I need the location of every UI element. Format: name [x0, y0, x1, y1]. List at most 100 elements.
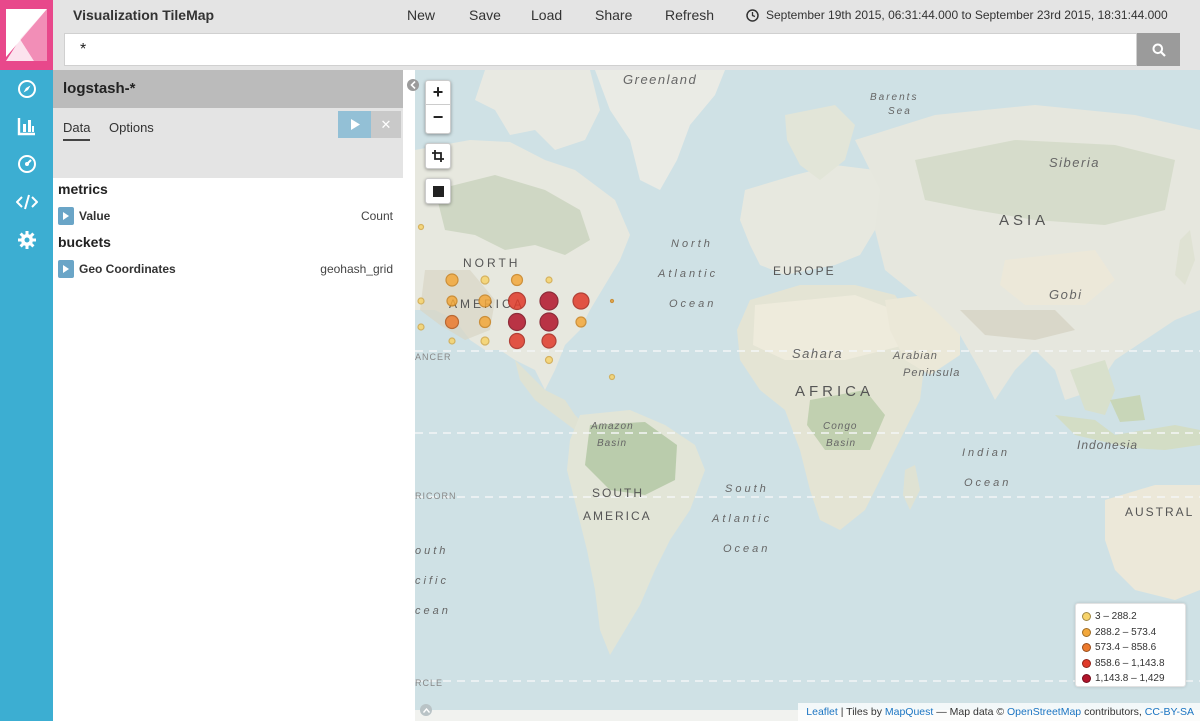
label-indian-ocean-2: Ocean — [964, 477, 1011, 489]
geohash-marker[interactable] — [609, 298, 615, 304]
legend-swatch — [1082, 612, 1091, 622]
geohash-marker[interactable] — [446, 295, 458, 307]
metric-agg-label: Value — [79, 209, 111, 223]
attribution-text: | Tiles by — [837, 706, 885, 718]
label-europe: EUROPE — [773, 264, 836, 278]
label-south-pacific-3: cean — [415, 605, 451, 617]
sidebar-splitter[interactable] — [403, 70, 415, 721]
kibana-app: Visualization TileMap New Save Load Shar… — [0, 0, 1200, 721]
legend-label: 858.6 – 1,143.8 — [1095, 657, 1165, 669]
collapse-bottom-button[interactable] — [420, 704, 432, 716]
label-south-pacific-2: cific — [415, 575, 449, 587]
caret-right-icon[interactable] — [58, 207, 74, 225]
label-south-atlantic-3: Ocean — [723, 543, 770, 555]
geohash-marker[interactable] — [541, 333, 557, 349]
metrics-section-title: metrics — [58, 181, 108, 197]
mapquest-link[interactable]: MapQuest — [885, 706, 933, 718]
search-input[interactable] — [64, 33, 1137, 66]
crop-control — [425, 143, 451, 169]
time-range-label: September 19th 2015, 06:31:44.000 to Sep… — [766, 8, 1168, 22]
leaflet-link[interactable]: Leaflet — [806, 706, 838, 718]
share-button[interactable]: Share — [595, 7, 632, 23]
draw-rectangle-icon[interactable] — [426, 179, 450, 203]
geohash-marker[interactable] — [507, 312, 527, 332]
zoom-in-button[interactable]: + — [426, 81, 450, 105]
label-barents-sea-2: Sea — [888, 106, 912, 117]
index-pattern-name: logstash-* — [63, 80, 136, 97]
legend-item: 1,143.8 – 1,429 — [1082, 671, 1179, 687]
geohash-marker[interactable] — [448, 337, 456, 345]
label-africa: AFRICA — [795, 383, 874, 400]
bucket-agg-type: geohash_grid — [320, 262, 393, 276]
visualize-icon[interactable] — [0, 113, 53, 139]
legend-swatch — [1082, 643, 1091, 653]
geohash-marker[interactable] — [539, 291, 559, 311]
geohash-marker[interactable] — [575, 316, 587, 328]
label-australia: AUSTRAL — [1125, 505, 1194, 519]
legend-label: 3 – 288.2 — [1095, 611, 1137, 623]
apply-changes-button[interactable] — [338, 111, 371, 138]
dashboard-icon[interactable] — [0, 151, 53, 177]
label-siberia: Siberia — [1049, 155, 1100, 170]
geohash-marker[interactable] — [544, 355, 554, 365]
geohash-marker[interactable] — [480, 336, 490, 346]
label-south-atlantic-2: Atlantic — [711, 513, 772, 525]
page-title: Visualization TileMap — [73, 7, 215, 23]
geohash-marker[interactable] — [507, 291, 527, 311]
label-antarctic-circle: RCLE — [415, 678, 443, 688]
discard-changes-button[interactable]: ✕ — [371, 111, 401, 138]
discover-icon[interactable] — [0, 76, 53, 102]
buckets-section-title: buckets — [58, 234, 111, 250]
kibana-logo[interactable] — [0, 0, 53, 70]
label-gobi: Gobi — [1049, 287, 1082, 302]
geohash-marker[interactable] — [478, 315, 492, 329]
load-button[interactable]: Load — [531, 7, 562, 23]
metric-agg-row[interactable]: Value Count — [58, 207, 398, 225]
geohash-marker[interactable] — [445, 273, 459, 287]
save-button[interactable]: Save — [469, 7, 501, 23]
dev-tools-icon[interactable] — [0, 189, 53, 215]
geohash-marker[interactable] — [545, 276, 553, 284]
zoom-out-button[interactable]: − — [426, 105, 450, 129]
legend-swatch — [1082, 658, 1091, 668]
geohash-marker[interactable] — [478, 294, 492, 308]
tab-options[interactable]: Options — [109, 120, 154, 139]
label-barents-sea: Barents — [870, 92, 918, 103]
label-south-pacific: outh — [415, 545, 448, 557]
tile-map[interactable]: Greenland Barents Sea Siberia ASIA NORTH… — [415, 70, 1200, 721]
label-south-atlantic: South — [725, 483, 769, 495]
label-amazon-basin-2: Basin — [597, 438, 627, 449]
geohash-marker[interactable] — [572, 292, 590, 310]
caret-right-icon[interactable] — [58, 260, 74, 278]
search-button[interactable] — [1137, 33, 1180, 66]
license-link[interactable]: CC-BY-SA — [1145, 706, 1194, 718]
tab-data[interactable]: Data — [63, 120, 91, 141]
time-picker[interactable]: September 19th 2015, 06:31:44.000 to Sep… — [746, 8, 1168, 22]
clock-icon — [746, 8, 759, 22]
label-arabian-peninsula: Arabian — [892, 350, 938, 362]
osm-link[interactable]: OpenStreetMap — [1007, 706, 1081, 718]
draw-control — [425, 178, 451, 204]
geohash-marker[interactable] — [417, 323, 425, 331]
refresh-button[interactable]: Refresh — [665, 7, 714, 23]
label-south-america: SOUTH — [592, 486, 644, 500]
label-congo-basin-2: Basin — [826, 438, 856, 449]
top-bar: Visualization TileMap New Save Load Shar… — [53, 0, 1200, 32]
geohash-marker[interactable] — [480, 275, 490, 285]
geohash-marker[interactable] — [417, 223, 425, 231]
crop-icon[interactable] — [426, 144, 450, 168]
legend-label: 288.2 – 573.4 — [1095, 626, 1157, 638]
geohash-marker[interactable] — [508, 332, 526, 350]
collapse-sidebar-button[interactable] — [407, 79, 419, 91]
nav-rail — [0, 0, 53, 721]
geohash-marker[interactable] — [444, 314, 460, 330]
geohash-marker[interactable] — [417, 297, 425, 305]
bucket-agg-row[interactable]: Geo Coordinates geohash_grid — [58, 260, 398, 278]
geohash-marker[interactable] — [608, 373, 616, 381]
new-button[interactable]: New — [407, 7, 435, 23]
label-sahara: Sahara — [792, 346, 843, 361]
geohash-marker[interactable] — [510, 273, 524, 287]
settings-icon[interactable] — [0, 227, 53, 253]
geohash-marker[interactable] — [539, 312, 559, 332]
legend-item: 573.4 – 858.6 — [1082, 640, 1179, 656]
